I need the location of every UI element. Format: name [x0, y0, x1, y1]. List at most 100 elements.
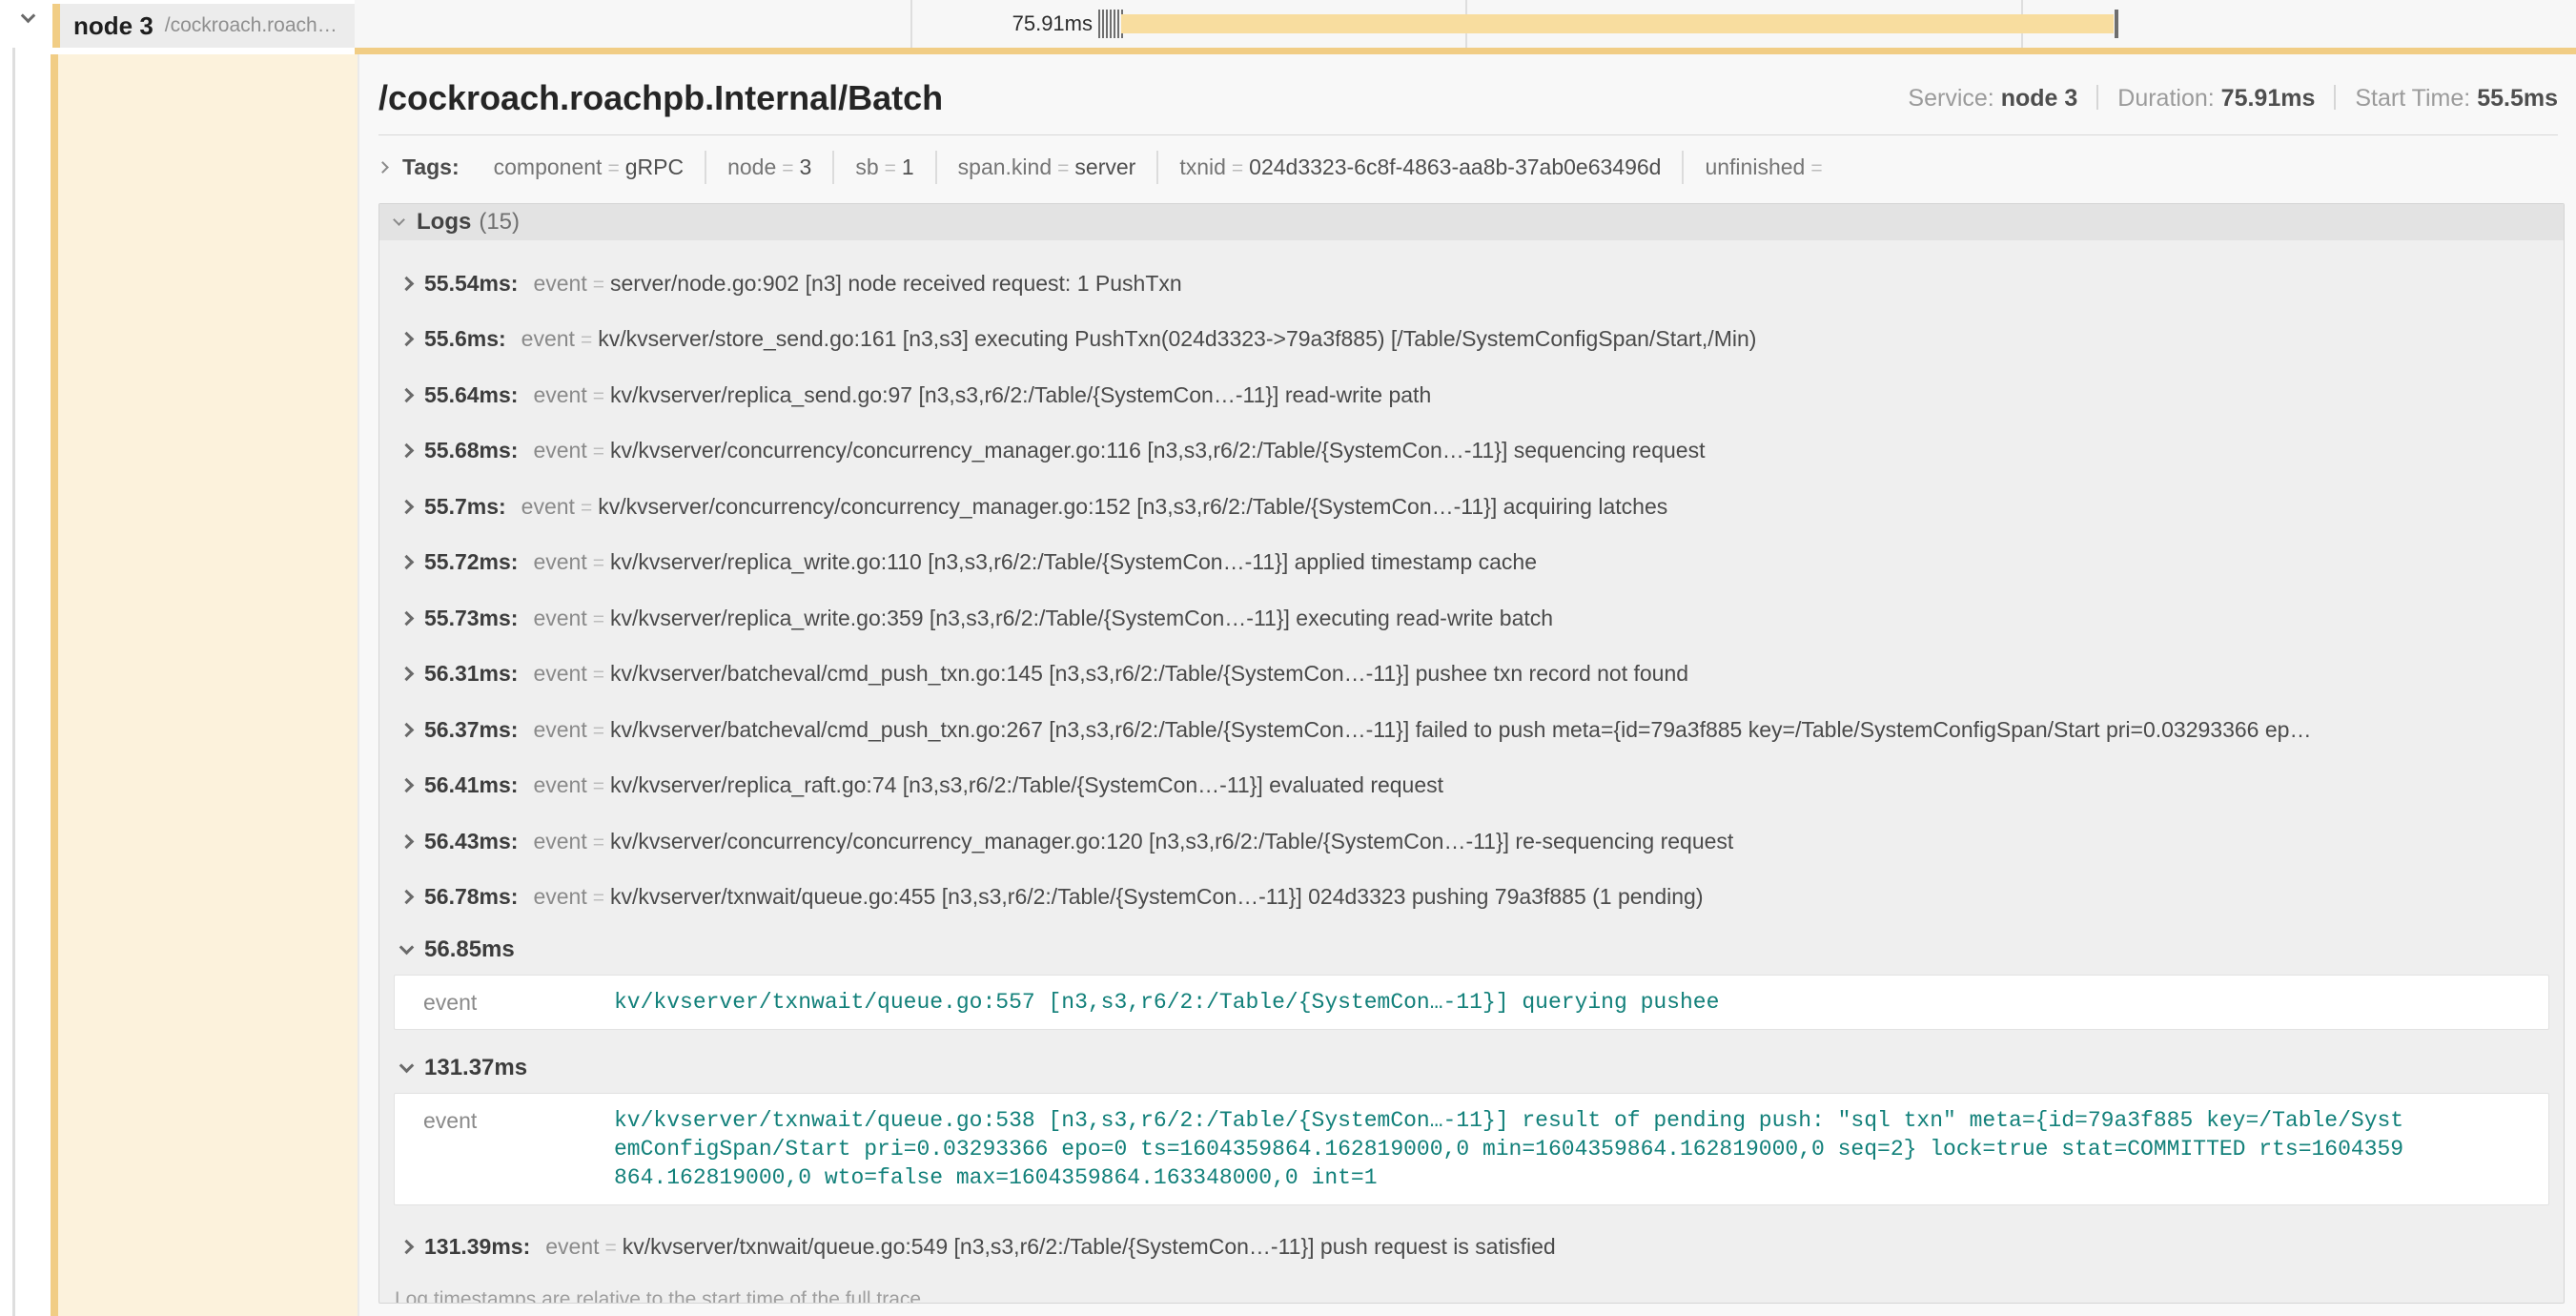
gridline	[910, 0, 912, 48]
chevron-right-icon	[399, 722, 415, 737]
equals-sign: =	[587, 775, 610, 797]
log-field: event=kv/kvserver/replica_write.go:359 […	[533, 606, 1553, 631]
log-field: event=kv/kvserver/batcheval/cmd_push_txn…	[533, 717, 2311, 743]
equals-sign: =	[879, 157, 902, 179]
log-message: kv/kvserver/concurrency/concurrency_mana…	[610, 438, 1705, 463]
log-message: kv/kvserver/replica_write.go:110 [n3,s3,…	[610, 549, 1537, 574]
log-timestamp: 56.31ms:	[424, 661, 518, 687]
log-key: event	[395, 1106, 614, 1192]
span-detail-meta: Service: node 3Duration: 75.91msStart Ti…	[1908, 85, 2558, 113]
log-timestamp: 56.43ms:	[424, 829, 518, 854]
log-timestamp: 131.39ms:	[424, 1234, 530, 1260]
equals-sign: =	[587, 832, 610, 853]
title-divider	[378, 134, 2558, 135]
log-key: event	[545, 1234, 599, 1259]
log-field: event=kv/kvserver/txnwait/queue.go:455 […	[533, 884, 1703, 910]
log-message: kv/kvserver/replica_raft.go:74 [n3,s3,r6…	[610, 772, 1443, 797]
span-name-cell[interactable]: node 3 /cockroach.roach…	[52, 4, 355, 48]
tag-key: unfinished	[1705, 154, 1805, 179]
chevron-right-icon	[399, 443, 415, 459]
tag-value: 024d3323-6c8f-4863-aa8b-37ab0e63496d	[1249, 154, 1661, 179]
logs-accordion-header[interactable]: Logs (15)	[379, 204, 2564, 240]
log-timestamp: 55.72ms:	[424, 549, 518, 575]
log-key: event	[533, 549, 586, 574]
chevron-right-icon	[399, 387, 415, 402]
log-key: event	[521, 326, 575, 351]
timeline-ruler[interactable]: 75.91ms	[355, 0, 2576, 48]
log-entry[interactable]: 55.72ms: event=kv/kvserver/replica_write.…	[379, 535, 2564, 591]
span-row[interactable]: node 3 /cockroach.roach… 75.91ms	[0, 0, 2576, 48]
meta-separator	[2334, 85, 2336, 110]
log-message: kv/kvserver/store_send.go:161 [n3,s3] ex…	[598, 326, 1756, 351]
log-message: kv/kvserver/replica_write.go:359 [n3,s3,…	[610, 606, 1553, 630]
equals-sign: =	[587, 720, 610, 742]
log-timestamp: 55.6ms:	[424, 326, 506, 352]
chevron-right-icon	[399, 499, 415, 514]
log-field: event=kv/kvserver/batcheval/cmd_push_txn…	[533, 661, 1688, 687]
start-time-value: 55.5ms	[2477, 85, 2558, 112]
trace-view: node 3 /cockroach.roach… 75.91ms /cockro…	[0, 0, 2576, 1316]
chevron-right-icon	[399, 555, 415, 570]
tag-key: node	[727, 154, 776, 179]
tag-item: component=gRPC	[473, 151, 705, 184]
equals-sign: =	[1226, 157, 1249, 179]
span-duration-bar[interactable]	[1121, 14, 2114, 33]
log-timestamp: 55.68ms:	[424, 438, 518, 463]
log-entry[interactable]: 55.54ms:event=server/node.go:902 [n3] no…	[379, 256, 2564, 312]
selected-span-highlight[interactable]	[58, 54, 358, 1316]
chevron-right-icon	[399, 890, 415, 905]
tag-value: server	[1074, 154, 1135, 179]
span-operation-name: /cockroach.roach…	[165, 14, 337, 37]
log-field: event=server/node.go:902 [n3] node recei…	[533, 271, 1181, 297]
span-detail-panel: /cockroach.roachpb.Internal/Batch Servic…	[358, 54, 2576, 1316]
log-field: event=kv/kvserver/concurrency/concurrenc…	[533, 438, 1705, 463]
table-row: event kv/kvserver/txnwait/queue.go:538 […	[395, 1106, 2548, 1192]
log-entry[interactable]: 131.39ms: event=kv/kvserver/txnwait/queue…	[379, 1219, 2564, 1275]
tag-item: node=3	[705, 151, 832, 184]
equals-sign: =	[602, 157, 624, 179]
equals-sign: =	[600, 1237, 623, 1259]
log-timestamp: 55.73ms:	[424, 606, 518, 631]
log-message: kv/kvserver/batcheval/cmd_push_txn.go:14…	[610, 661, 1688, 686]
log-entry[interactable]: 55.64ms:event=kv/kvserver/replica_send.g…	[379, 367, 2564, 423]
log-entry-expanded: 131.37ms event kv/kvserver/txnwait/queue…	[379, 1043, 2564, 1205]
start-time-label: Start Time:	[2355, 85, 2470, 112]
log-field: event=kv/kvserver/replica_write.go:110 […	[533, 549, 1537, 575]
log-entry[interactable]: 56.37ms:event=kv/kvserver/batcheval/cmd_…	[379, 702, 2564, 758]
log-message: kv/kvserver/concurrency/concurrency_mana…	[610, 829, 1733, 853]
log-value: kv/kvserver/txnwait/queue.go:557 [n3,s3,…	[614, 988, 1738, 1017]
log-entry-header[interactable]: 56.85ms	[379, 925, 2564, 975]
span-detail-header: /cockroach.roachpb.Internal/Batch Servic…	[378, 78, 2558, 118]
tag-value: gRPC	[625, 154, 684, 179]
log-entry-header[interactable]: 131.37ms	[379, 1043, 2564, 1093]
log-entry[interactable]: 55.68ms: event=kv/kvserver/concurrency/co…	[379, 423, 2564, 480]
log-key: event	[533, 382, 586, 407]
log-entry[interactable]: 55.7ms:event=kv/kvserver/concurrency/con…	[379, 479, 2564, 535]
equals-sign: =	[587, 385, 610, 407]
chevron-right-icon	[377, 161, 389, 174]
log-message: kv/kvserver/batcheval/cmd_push_txn.go:26…	[610, 717, 2311, 742]
equals-sign: =	[587, 887, 610, 909]
log-message: kv/kvserver/replica_send.go:97 [n3,s3,r6…	[610, 382, 1431, 407]
log-timestamp: 131.37ms	[424, 1055, 527, 1081]
log-marker-ticks	[1098, 10, 1123, 38]
collapse-children-chevron-icon[interactable]	[21, 9, 36, 24]
log-entry[interactable]: 56.78ms:event=kv/kvserver/txnwait/queue.…	[379, 870, 2564, 926]
equals-sign: =	[575, 497, 598, 519]
log-message: kv/kvserver/txnwait/queue.go:549 [n3,s3,…	[623, 1234, 1556, 1259]
log-field: event=kv/kvserver/concurrency/concurrenc…	[533, 829, 1733, 854]
log-entry[interactable]: 56.41ms:event=kv/kvserver/replica_raft.g…	[379, 758, 2564, 814]
log-entry[interactable]: 56.31ms: event=kv/kvserver/batcheval/cmd_…	[379, 647, 2564, 703]
logs-list: 55.54ms:event=server/node.go:902 [n3] no…	[379, 240, 2564, 1304]
tags-accordion-toggle[interactable]: Tags: component=gRPC node=3 sb=1 span.ki…	[378, 145, 1850, 189]
log-key: event	[533, 717, 586, 742]
log-timestamp: 56.41ms:	[424, 772, 518, 798]
log-entry[interactable]: 55.6ms:event=kv/kvserver/store_send.go:1…	[379, 312, 2564, 368]
tag-item: span.kind=server	[935, 151, 1157, 184]
log-entry[interactable]: 56.43ms: event=kv/kvserver/concurrency/co…	[379, 813, 2564, 870]
tag-item: sb=1	[832, 151, 934, 184]
chevron-right-icon	[399, 276, 415, 291]
log-entry[interactable]: 55.73ms: event=kv/kvserver/replica_write.…	[379, 590, 2564, 647]
logs-footer-note: Log timestamps are relative to the start…	[379, 1275, 2564, 1305]
log-field: event=kv/kvserver/concurrency/concurrenc…	[521, 494, 1668, 520]
